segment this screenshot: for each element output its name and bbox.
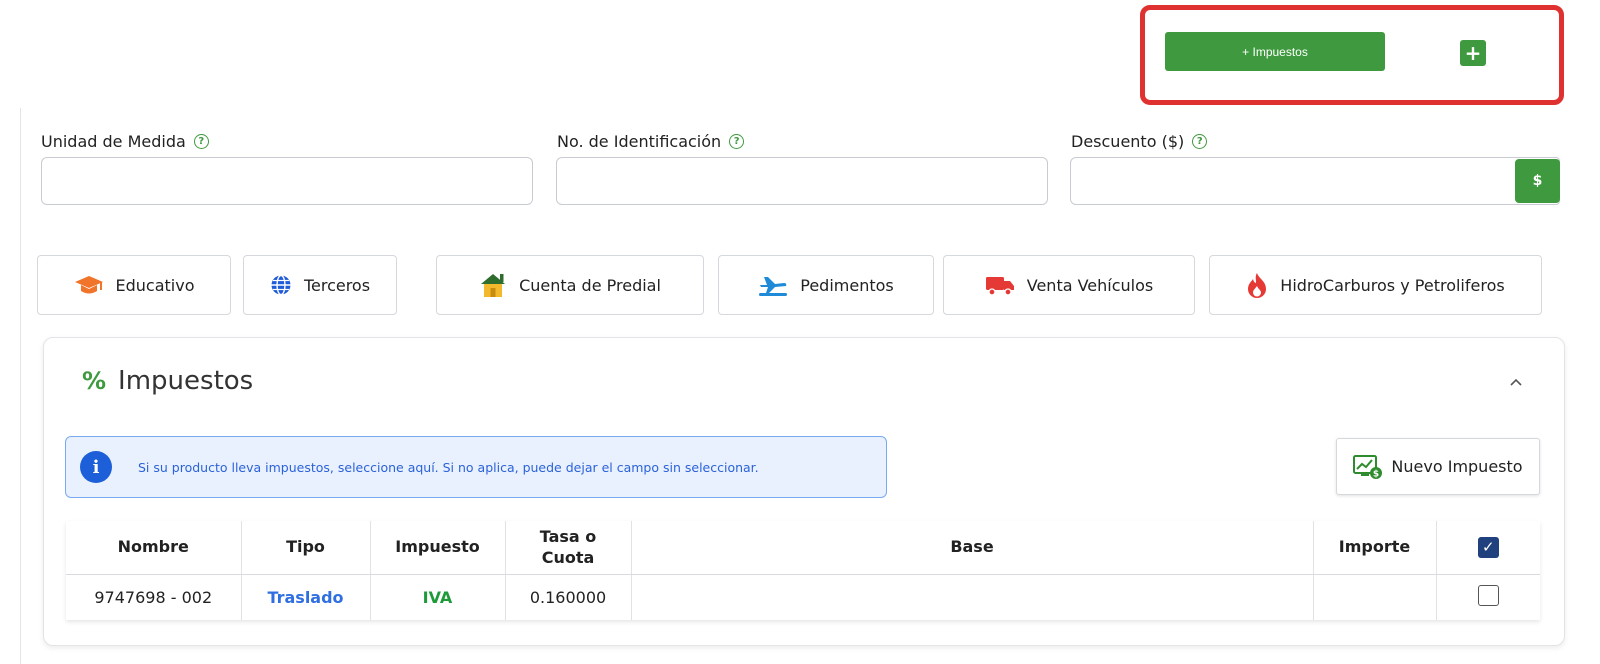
column-header: Impuesto: [370, 521, 506, 575]
cell-importe: [1313, 574, 1437, 620]
identificacion-label: No. de Identificación ?: [557, 132, 745, 151]
category-educativo-button[interactable]: Educativo: [37, 255, 231, 315]
category-label: Venta Vehículos: [1026, 275, 1154, 295]
column-header: Tasa o Cuota: [505, 521, 632, 575]
cell-base: [631, 574, 1314, 620]
category-label: Pedimentos: [800, 275, 894, 295]
column-header: Nombre: [66, 521, 242, 575]
alert-text: Si su producto lleva impuestos, seleccio…: [138, 459, 759, 475]
category-predial-button[interactable]: Cuenta de Predial: [436, 255, 704, 315]
category-label: Terceros: [303, 275, 371, 295]
fire-icon: [1248, 273, 1267, 298]
category-terceros-button[interactable]: Terceros: [243, 255, 397, 315]
impuestos-table: Nombre Tipo Impuesto Tasa o Cuota Base I…: [66, 521, 1540, 620]
plane-icon: [759, 277, 788, 296]
cell-tipo: Traslado: [241, 574, 371, 620]
select-all-checkbox[interactable]: ✓: [1477, 537, 1499, 559]
column-header: Base: [631, 521, 1314, 575]
category-pedimentos-button[interactable]: Pedimentos: [718, 255, 934, 315]
unidad-input[interactable]: [41, 157, 533, 205]
table-header: Nombre Tipo Impuesto Tasa o Cuota Base I…: [66, 521, 1540, 575]
category-vehiculos-button[interactable]: Venta Vehículos: [943, 255, 1195, 315]
select-all-checkbox-cell: ✓: [1436, 521, 1540, 575]
cell-impuesto: IVA: [370, 574, 506, 620]
category-label: Cuenta de Predial: [519, 275, 661, 295]
currency-button[interactable]: $: [1515, 159, 1560, 203]
add-impuestos-button[interactable]: + Impuestos: [1165, 32, 1385, 71]
column-header: Importe: [1313, 521, 1437, 575]
add-tax-icon: $: [1353, 454, 1383, 479]
help-icon[interactable]: ?: [193, 134, 209, 149]
row-checkbox[interactable]: [1477, 584, 1499, 606]
truck-icon: [985, 277, 1014, 296]
category-label: HidroCarburos y Petroliferos: [1280, 275, 1505, 295]
descuento-input[interactable]: [1070, 157, 1560, 205]
add-button[interactable]: +: [1460, 40, 1486, 66]
percent-icon: %: [82, 367, 107, 395]
category-hidrocarburos-button[interactable]: HidroCarburos y Petroliferos: [1209, 255, 1542, 315]
graduation-cap-icon: [74, 276, 103, 294]
chevron-up-icon[interactable]: [1507, 373, 1525, 391]
descuento-label: Descuento ($) ?: [1071, 132, 1208, 151]
table-row[interactable]: 9747698 - 002 Traslado IVA 0.160000: [66, 574, 1540, 620]
unidad-label: Unidad de Medida ?: [41, 132, 209, 151]
panel-title: % Impuestos: [82, 366, 254, 396]
house-icon: [481, 274, 506, 297]
row-checkbox-cell: [1436, 574, 1540, 620]
info-alert: i Si su producto lleva impuestos, selecc…: [65, 436, 887, 498]
help-icon[interactable]: ?: [1192, 134, 1208, 149]
identificacion-input[interactable]: [556, 157, 1048, 205]
nuevo-impuesto-button[interactable]: $ Nuevo Impuesto: [1336, 438, 1540, 495]
column-header: Tipo: [241, 521, 371, 575]
info-icon: i: [80, 451, 112, 483]
globe-icon: [271, 274, 291, 296]
category-label: Educativo: [115, 275, 195, 295]
svg-text:$: $: [1373, 469, 1379, 479]
cell-nombre: 9747698 - 002: [66, 574, 242, 620]
help-icon[interactable]: ?: [729, 134, 745, 149]
cell-tasa: 0.160000: [505, 574, 632, 620]
